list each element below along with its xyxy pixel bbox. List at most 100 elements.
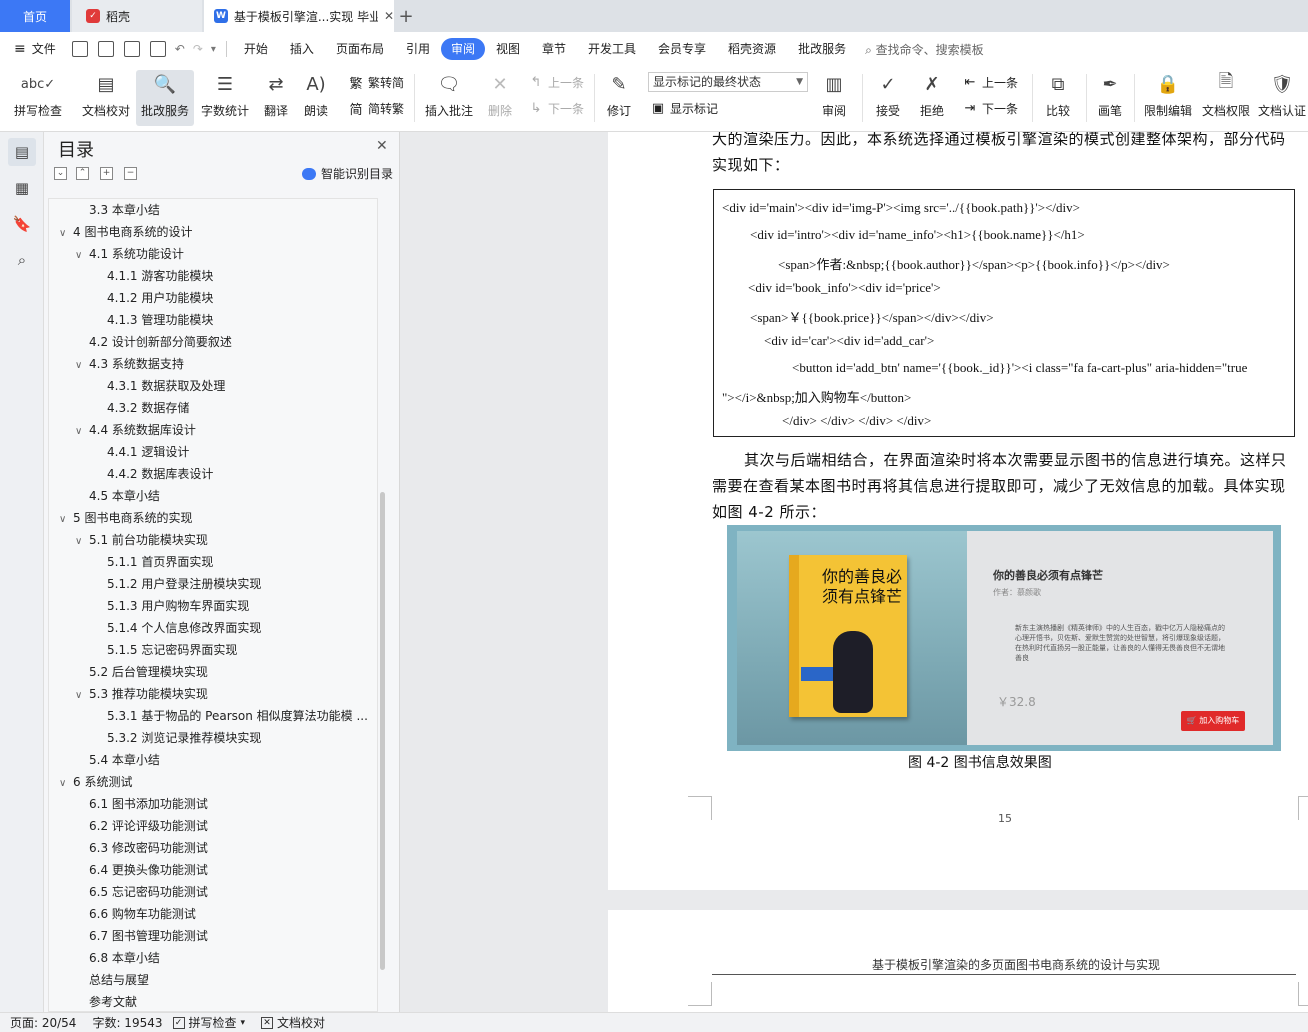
toc-item[interactable]: 总结与展望 (89, 969, 149, 991)
chevron-down-icon[interactable]: ∨ (75, 421, 89, 443)
expand-all-icon[interactable]: ⌃ (76, 167, 89, 180)
toc-item[interactable]: 5.1.2 用户登录注册模块实现 (107, 573, 261, 595)
chevron-down-icon[interactable]: ∨ (59, 223, 73, 245)
simp-to-trad-button[interactable]: 简简转繁 (348, 100, 404, 118)
compare-button[interactable]: ⧉ 比较 (1038, 70, 1078, 126)
toc-item[interactable]: 参考文献 (89, 991, 137, 1011)
toc-scrollbar[interactable] (380, 492, 385, 970)
toc-item[interactable]: ∨ 5 图书电商系统的实现 (59, 507, 192, 529)
collapse-all-icon[interactable]: ⌄ (54, 167, 67, 180)
chapter-nav-icon[interactable]: ▦ (8, 174, 36, 202)
toc-item[interactable]: 4.3.1 数据获取及处理 (107, 375, 225, 397)
page-indicator[interactable]: 页面: 20/54 (10, 1014, 76, 1031)
toc-item[interactable]: 6.4 更换头像功能测试 (89, 859, 208, 881)
word-count-button[interactable]: ☰ 字数统计 (198, 70, 252, 126)
translate-button[interactable]: ⇄ 翻译 (256, 70, 296, 126)
toc-item[interactable]: 5.2 后台管理模块实现 (89, 661, 208, 683)
accept-button[interactable]: ✓ 接受 (868, 70, 908, 126)
reject-button[interactable]: ✗ 拒绝 (912, 70, 952, 126)
toc-item[interactable]: 3.3 本章小结 (89, 199, 160, 221)
trad-to-simp-button[interactable]: 繁繁转简 (348, 74, 404, 92)
toc-item[interactable]: 6.2 评论评级功能测试 (89, 815, 208, 837)
toc-item[interactable]: 4.1.1 游客功能模块 (107, 265, 213, 287)
search-icon[interactable]: ⌕ (8, 246, 36, 274)
toc-item[interactable]: 4.3.2 数据存储 (107, 397, 189, 419)
menu-dev-tools[interactable]: 开发工具 (577, 38, 647, 60)
toc-item[interactable]: 6.7 图书管理功能测试 (89, 925, 208, 947)
prev-comment-button[interactable]: ↰ 上一条 (528, 74, 584, 91)
chevron-down-icon[interactable]: ∨ (59, 773, 73, 795)
remove-heading-icon[interactable]: − (124, 167, 137, 180)
markup-state-select[interactable]: 显示标记的最终状态 ▼ (648, 72, 808, 92)
toc-item[interactable]: ∨ 5.3 推荐功能模块实现 (75, 683, 208, 705)
menu-reference[interactable]: 引用 (395, 38, 441, 60)
show-markup-button[interactable]: ▣ 显示标记 (650, 100, 718, 117)
menu-page-layout[interactable]: 页面布局 (325, 38, 395, 60)
toc-item[interactable]: 5.1.5 忘记密码界面实现 (107, 639, 237, 661)
menu-start[interactable]: 开始 (233, 38, 279, 60)
toc-item[interactable]: 4.5 本章小结 (89, 485, 160, 507)
toc-panel-icon[interactable]: ▤ (8, 138, 36, 166)
toc-item[interactable]: 6.3 修改密码功能测试 (89, 837, 208, 859)
restrict-edit-button[interactable]: 🔒 限制编辑 (1140, 70, 1196, 126)
command-search[interactable]: ⌕ 查找命令、搜索模板 (865, 41, 984, 58)
toc-item[interactable]: 5.1.1 首页界面实现 (107, 551, 213, 573)
menu-insert[interactable]: 插入 (279, 38, 325, 60)
toc-item[interactable]: 6.5 忘记密码功能测试 (89, 881, 208, 903)
toc-item[interactable]: 6.8 本章小结 (89, 947, 160, 969)
toc-item[interactable]: ∨ 5.1 前台功能模块实现 (75, 529, 208, 551)
menu-member[interactable]: 会员专享 (647, 38, 717, 60)
prev-change-button[interactable]: ⇤ 上一条 (962, 74, 1018, 91)
delete-comment-button[interactable]: ✕ 删除 (480, 70, 520, 126)
menu-file[interactable]: 文件 (26, 38, 67, 60)
toc-item[interactable]: 6.6 购物车功能测试 (89, 903, 196, 925)
tab-document[interactable]: W 基于模板引擎渲...实现 毕业论文 ✕ (204, 0, 394, 32)
hamburger-icon[interactable]: ≡ (14, 41, 26, 57)
review-pane-button[interactable]: ▥ 审阅 (814, 70, 854, 126)
print-preview-icon[interactable] (149, 41, 166, 57)
insert-comment-button[interactable]: 🗨 插入批注 (420, 70, 478, 126)
toc-item[interactable]: 5.3.1 基于物品的 Pearson 相似度算法功能模 ... (107, 705, 368, 727)
chevron-down-icon[interactable]: ∨ (75, 245, 89, 267)
doc-auth-button[interactable]: 🛡 文档认证 (1256, 70, 1308, 126)
proofread-status[interactable]: ✕ 文档校对 (261, 1014, 325, 1031)
track-changes-button[interactable]: ✎ 修订 (600, 70, 638, 126)
read-aloud-button[interactable]: A) 朗读 (298, 70, 334, 126)
chevron-down-icon[interactable]: ∨ (75, 685, 89, 707)
close-icon[interactable]: ✕ (376, 138, 388, 154)
menu-view[interactable]: 视图 (485, 38, 531, 60)
toc-item[interactable]: ∨ 6 系统测试 (59, 771, 132, 793)
toc-item[interactable]: 4.4.2 数据库表设计 (107, 463, 213, 485)
undo-icon[interactable]: ↶ (175, 42, 185, 56)
toc-item[interactable]: 5.1.4 个人信息修改界面实现 (107, 617, 261, 639)
toc-item[interactable]: 4.4.1 逻辑设计 (107, 441, 189, 463)
add-heading-icon[interactable]: + (100, 167, 113, 180)
chevron-down-icon[interactable]: ∨ (75, 531, 89, 553)
toc-item[interactable]: ∨ 4 图书电商系统的设计 (59, 221, 192, 243)
save-icon[interactable] (71, 41, 88, 57)
menu-chapter[interactable]: 章节 (531, 38, 577, 60)
next-comment-button[interactable]: ↳ 下一条 (528, 100, 584, 117)
toc-item[interactable]: 5.4 本章小结 (89, 749, 160, 771)
toc-item[interactable]: 5.1.3 用户购物车界面实现 (107, 595, 249, 617)
toc-item[interactable]: 4.2 设计创新部分简要叙述 (89, 331, 232, 353)
customize-chevron-icon[interactable]: ▾ (211, 44, 216, 55)
toc-item[interactable]: ∨ 4.1 系统功能设计 (75, 243, 184, 265)
tab-daoke[interactable]: ✓ 稻壳 (72, 0, 202, 32)
next-change-button[interactable]: ⇥ 下一条 (962, 100, 1018, 117)
toc-item[interactable]: 5.3.2 浏览记录推荐模块实现 (107, 727, 261, 749)
spellcheck-status[interactable]: ✓ 拼写检查 ▾ (172, 1014, 245, 1031)
word-count-status[interactable]: 字数: 19543 (92, 1014, 162, 1031)
chevron-down-icon[interactable]: ∨ (75, 355, 89, 377)
tab-home[interactable]: 首页 (0, 0, 70, 32)
new-tab-button[interactable]: + (396, 0, 416, 32)
toc-item[interactable]: 4.1.3 管理功能模块 (107, 309, 213, 331)
toc-item[interactable]: 4.1.2 用户功能模块 (107, 287, 213, 309)
spellcheck-button[interactable]: abc✓ 拼写检查 (8, 70, 68, 126)
menu-daoke-resources[interactable]: 稻壳资源 (717, 38, 787, 60)
redo-icon[interactable]: ↷ (193, 42, 203, 56)
toc-item[interactable]: 6.1 图书添加功能测试 (89, 793, 208, 815)
print-icon[interactable] (123, 41, 140, 57)
menu-review[interactable]: 审阅 (440, 38, 485, 60)
export-pdf-icon[interactable] (97, 41, 114, 57)
